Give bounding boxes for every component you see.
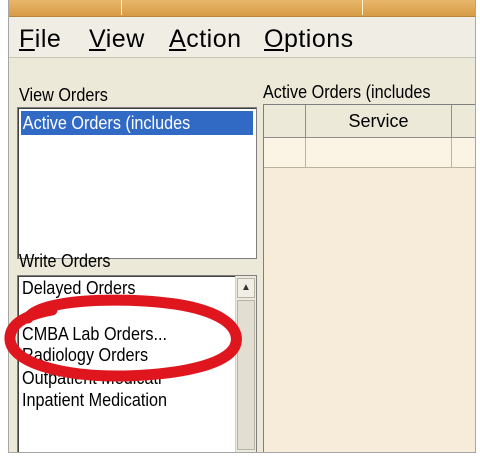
- app-window: File View Action Options View Orders Act…: [8, 0, 476, 453]
- scroll-up-arrow-icon[interactable]: ▲: [237, 278, 255, 298]
- menu-file-label: ile: [34, 25, 62, 53]
- write-orders-item[interactable]: Radiology Orders: [22, 344, 211, 366]
- orders-left-panel: View Orders Active Orders (includes Writ…: [9, 58, 261, 452]
- menu-view-label: iew: [105, 25, 145, 53]
- title-bar: [9, 0, 475, 17]
- grid-cell[interactable]: [306, 138, 452, 168]
- write-orders-item[interactable]: Outpatient Medicati: [22, 367, 211, 389]
- menu-options[interactable]: Options: [264, 25, 354, 53]
- menu-bar: File View Action Options: [9, 17, 475, 58]
- write-orders-item[interactable]: Delayed Orders: [22, 277, 211, 299]
- orders-grid-title: Active Orders (includes: [263, 82, 431, 102]
- menu-file-accel: F: [19, 25, 35, 53]
- menu-action[interactable]: Action: [169, 25, 242, 53]
- orders-right-panel: Active Orders (includes Service: [261, 58, 475, 452]
- grid-cell[interactable]: [264, 138, 306, 168]
- menu-view-accel: V: [89, 25, 106, 53]
- write-orders-label: Write Orders: [19, 251, 111, 271]
- grid-header-next[interactable]: [452, 105, 475, 138]
- menu-action-accel: A: [169, 25, 187, 53]
- write-orders-list[interactable]: Delayed Orders CMBA Lab Orders... Radiol…: [17, 275, 257, 452]
- scroll-thumb[interactable]: [237, 300, 255, 450]
- write-orders-scrollbar[interactable]: ▲: [235, 276, 256, 452]
- grid-cell[interactable]: [452, 138, 475, 168]
- menu-options-accel: O: [264, 25, 284, 53]
- title-bar-segment: [9, 0, 122, 15]
- menu-file[interactable]: File: [19, 25, 61, 53]
- view-orders-label: View Orders: [19, 85, 108, 105]
- title-bar-segment: [122, 0, 363, 15]
- menu-action-label: ction: [186, 25, 242, 53]
- view-orders-list[interactable]: Active Orders (includes: [17, 107, 257, 259]
- grid-header-row-selector[interactable]: [264, 105, 306, 138]
- write-orders-item[interactable]: Inpatient Medication: [22, 389, 211, 411]
- orders-grid[interactable]: Service: [263, 104, 475, 452]
- menu-view[interactable]: View: [89, 25, 145, 53]
- menu-options-label: ptions: [283, 25, 354, 53]
- write-orders-item[interactable]: CMBA Lab Orders...: [22, 323, 211, 345]
- grid-header-service[interactable]: Service: [306, 105, 452, 138]
- view-orders-item-active[interactable]: Active Orders (includes: [21, 111, 253, 135]
- view-orders-item-label: Active Orders (includes: [22, 113, 191, 133]
